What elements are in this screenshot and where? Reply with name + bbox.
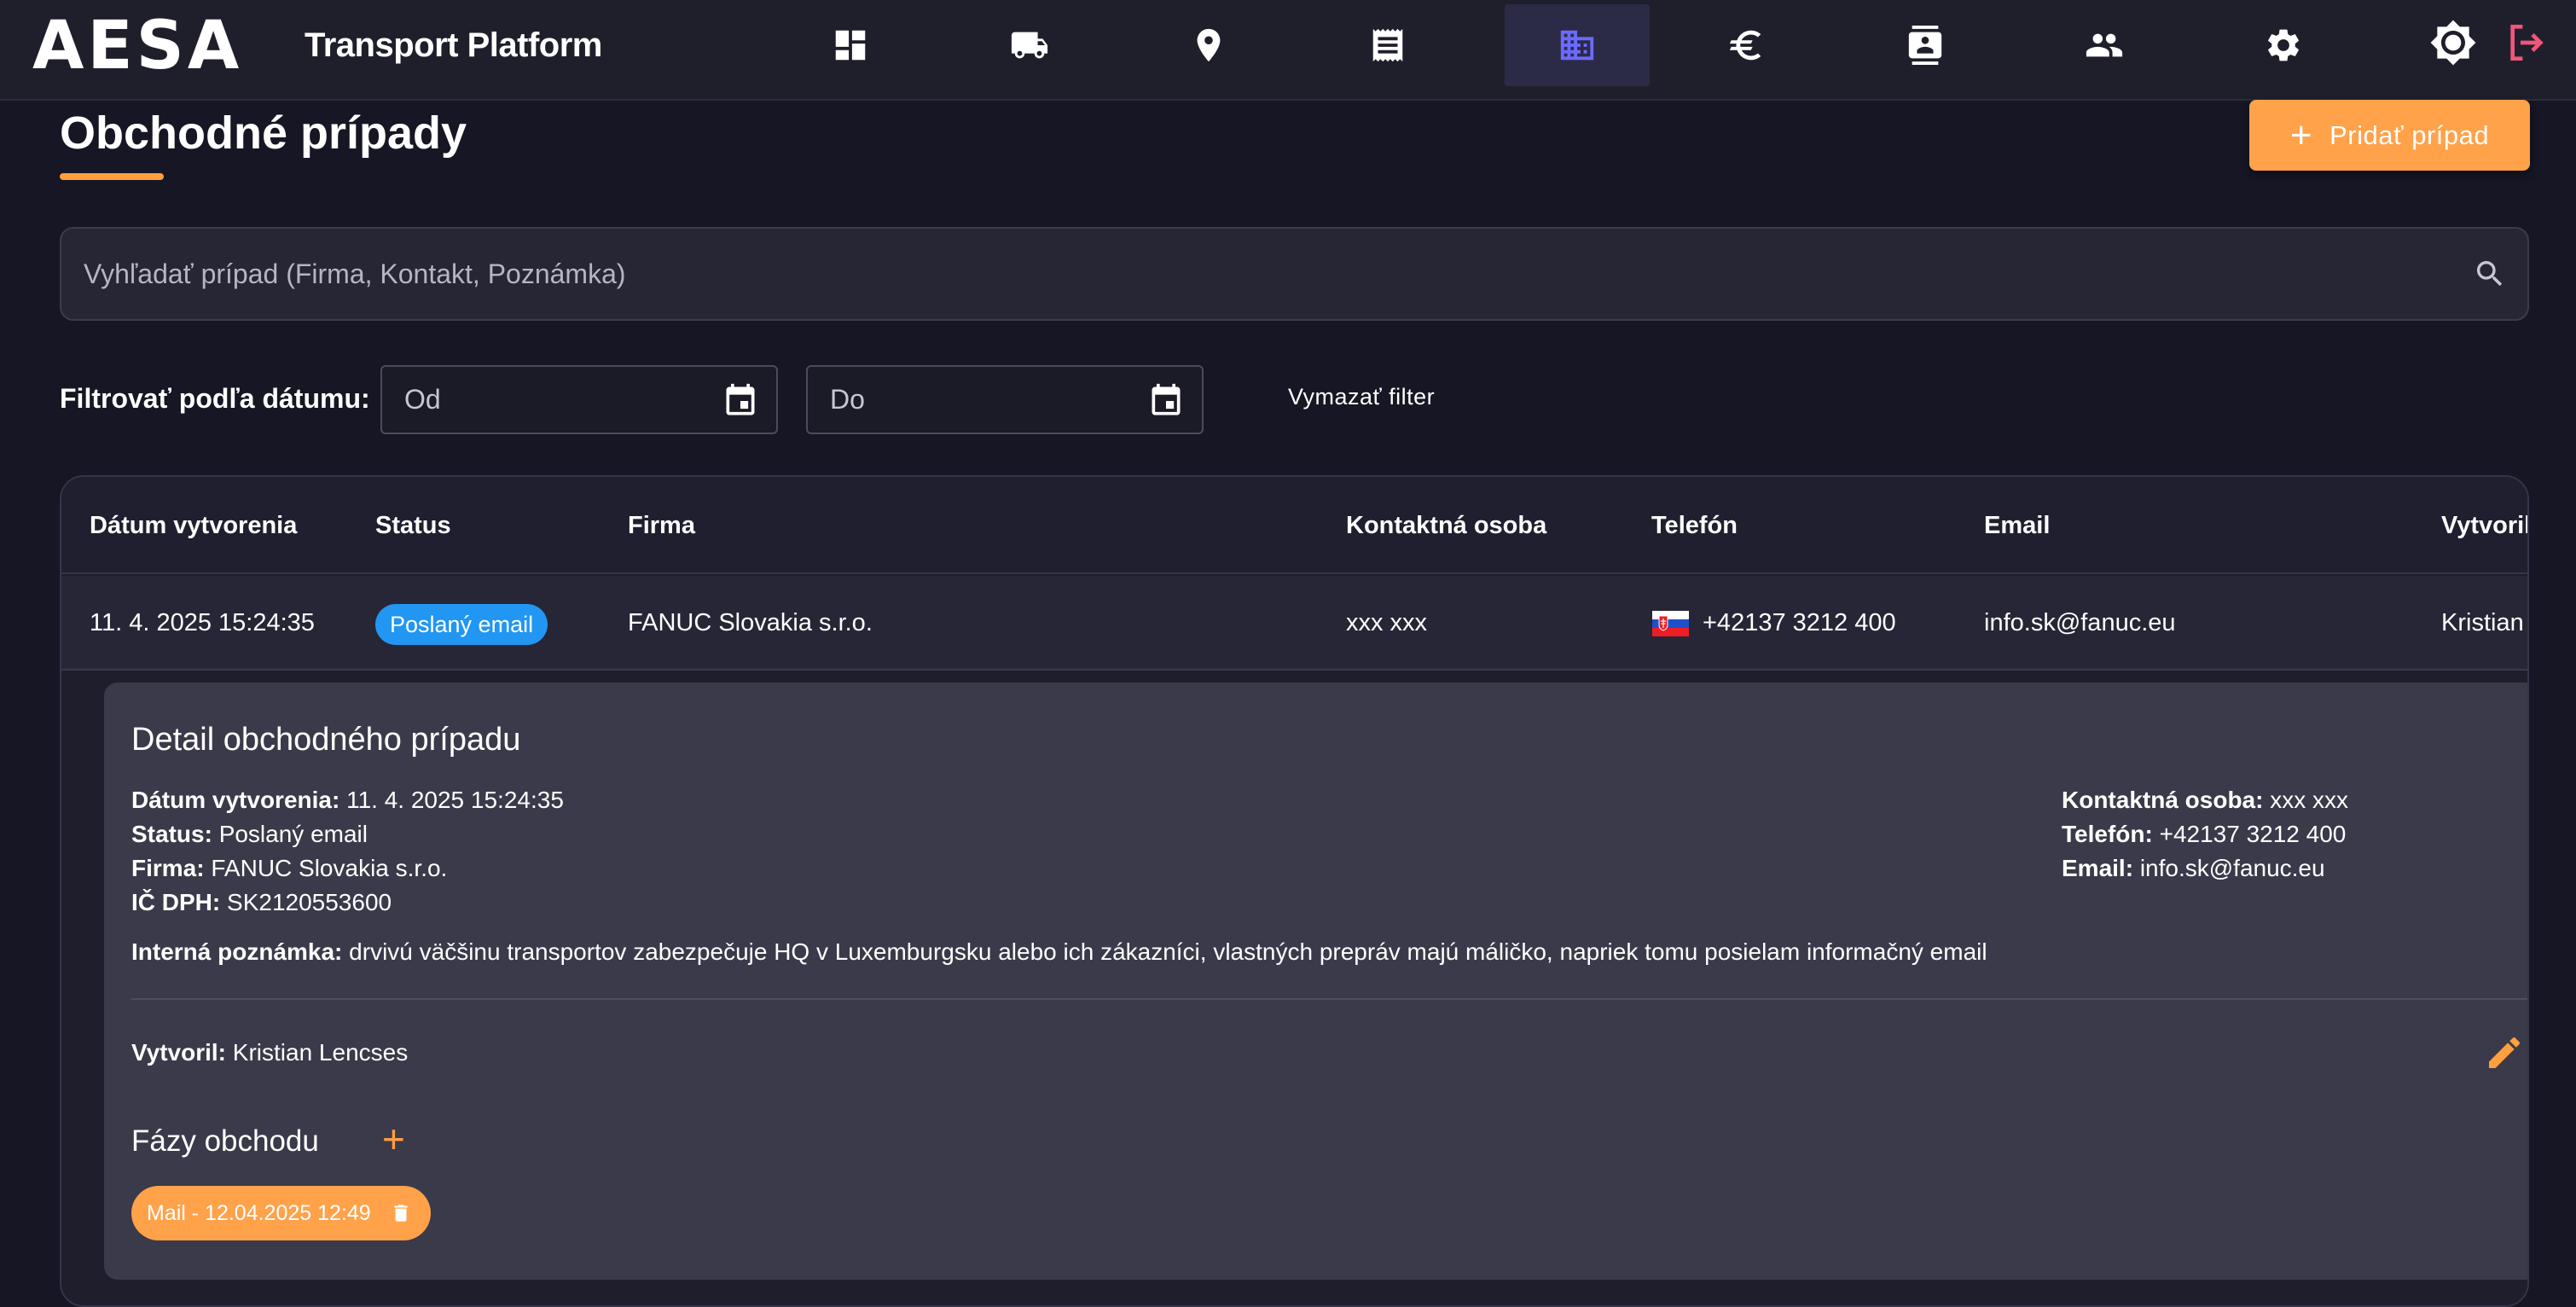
calendar-icon[interactable] — [1147, 382, 1185, 420]
nav-business-cases[interactable] — [1505, 4, 1650, 86]
search-input[interactable] — [84, 229, 2438, 319]
date-from-field — [380, 365, 778, 434]
search-icon[interactable] — [2473, 257, 2507, 291]
phase-chip-label: Mail - 12.04.2025 12:49 — [147, 1200, 371, 1225]
detail-phone: Telefón: +42137 3212 400 — [2062, 821, 2347, 847]
detail-internal-note: Interná poznámka: drvivú väčšinu transpo… — [131, 938, 1987, 965]
trash-icon[interactable] — [390, 1202, 412, 1224]
detail-email: Email: info.sk@fanuc.eu — [2062, 855, 2325, 881]
dashboard-icon — [835, 30, 866, 61]
nav-finance[interactable] — [1674, 4, 1819, 86]
app-logo[interactable]: AESA — [32, 12, 242, 80]
detail-status: Status: Poslaný email — [131, 821, 368, 847]
receipt-icon — [1372, 28, 1403, 62]
cell-created-by: Kristian — [2441, 609, 2524, 636]
detail-creator: Vytvoril: Kristian Lencses — [131, 1039, 409, 1066]
detail-vat: IČ DPH: SK2120553600 — [131, 889, 392, 915]
table-row[interactable]: 11. 4. 2025 15:24:35 Poslaný email FANUC… — [61, 576, 2527, 671]
column-header[interactable]: Vytvoril — [2441, 477, 2527, 574]
truck-icon — [1011, 32, 1048, 59]
add-case-button-label: Pridať prípad — [2329, 119, 2490, 150]
phase-chip[interactable]: Mail - 12.04.2025 12:49 — [131, 1186, 431, 1240]
slovakia-flag-icon — [1652, 611, 1689, 636]
cell-date: 11. 4. 2025 15:24:35 — [90, 609, 315, 636]
case-detail-panel: Detail obchodného prípadu Dátum vytvoren… — [104, 683, 2527, 1280]
logout-icon[interactable] — [2503, 19, 2550, 67]
people-icon — [2086, 33, 2123, 57]
detail-company: Firma: FANUC Slovakia s.r.o. — [131, 855, 448, 881]
business-cases-table: Dátum vytvorenia Status Firma Kontaktná … — [60, 475, 2529, 1307]
page-title: Obchodné prípady — [60, 107, 467, 159]
detail-title: Detail obchodného prípadu — [131, 722, 521, 758]
app-name: Transport Platform — [305, 26, 602, 64]
column-header[interactable]: Dátum vytvorenia — [90, 477, 297, 574]
nav-locations[interactable] — [1136, 4, 1281, 86]
edit-pencil-icon[interactable] — [2484, 1032, 2525, 1073]
date-to-input[interactable] — [830, 367, 1137, 433]
column-header[interactable]: Status — [375, 477, 451, 574]
detail-contact: Kontaktná osoba: xxx xxx — [2062, 787, 2349, 813]
clear-filter-button[interactable]: Vymazať filter — [1288, 384, 1435, 410]
nav-users[interactable] — [2032, 4, 2177, 86]
nav-contacts[interactable] — [1853, 4, 1998, 86]
date-filter-label: Filtrovať podľa dátumu: — [60, 383, 370, 414]
nav-settings[interactable] — [2211, 4, 2356, 86]
date-from-input[interactable] — [404, 367, 711, 433]
row-detail-expanded: Detail obchodného prípadu Dátum vytvoren… — [61, 672, 2527, 1305]
add-phase-button[interactable]: + — [382, 1116, 405, 1162]
cell-company: FANUC Slovakia s.r.o. — [628, 609, 873, 636]
contacts-icon — [1908, 26, 1942, 65]
cell-email: info.sk@fanuc.eu — [1984, 609, 2176, 636]
column-header[interactable]: Firma — [628, 477, 695, 574]
plus-icon: + — [2289, 113, 2313, 156]
status-badge: Poslaný email — [375, 604, 548, 645]
theme-toggle-icon[interactable] — [2429, 19, 2477, 67]
calendar-icon[interactable] — [722, 382, 759, 420]
nav-dashboard[interactable] — [778, 4, 923, 86]
date-to-field — [806, 365, 1204, 434]
euro-icon — [1729, 30, 1761, 61]
top-navigation-bar: AESA Transport Platform — [0, 0, 2576, 101]
cell-phone: +42137 3212 400 — [1703, 609, 1896, 636]
title-underline — [60, 173, 164, 180]
cell-contact: xxx xxx — [1346, 609, 1428, 636]
location-pin-icon — [1197, 28, 1221, 62]
add-case-button[interactable]: + Pridať prípad — [2249, 100, 2530, 171]
detail-divider — [131, 998, 2527, 1000]
business-icon — [1560, 30, 1594, 61]
nav-invoices[interactable] — [1315, 4, 1460, 86]
column-header[interactable]: Email — [1984, 477, 2050, 574]
nav-transport[interactable] — [957, 4, 1102, 86]
table-header: Dátum vytvorenia Status Firma Kontaktná … — [61, 477, 2527, 574]
column-header[interactable]: Telefón — [1651, 477, 1738, 574]
detail-date: Dátum vytvorenia: 11. 4. 2025 15:24:35 — [131, 787, 564, 813]
column-header[interactable]: Kontaktná osoba — [1346, 477, 1546, 574]
search-box — [60, 227, 2529, 321]
gear-icon — [2268, 29, 2299, 61]
phases-title: Fázy obchodu — [131, 1124, 319, 1158]
